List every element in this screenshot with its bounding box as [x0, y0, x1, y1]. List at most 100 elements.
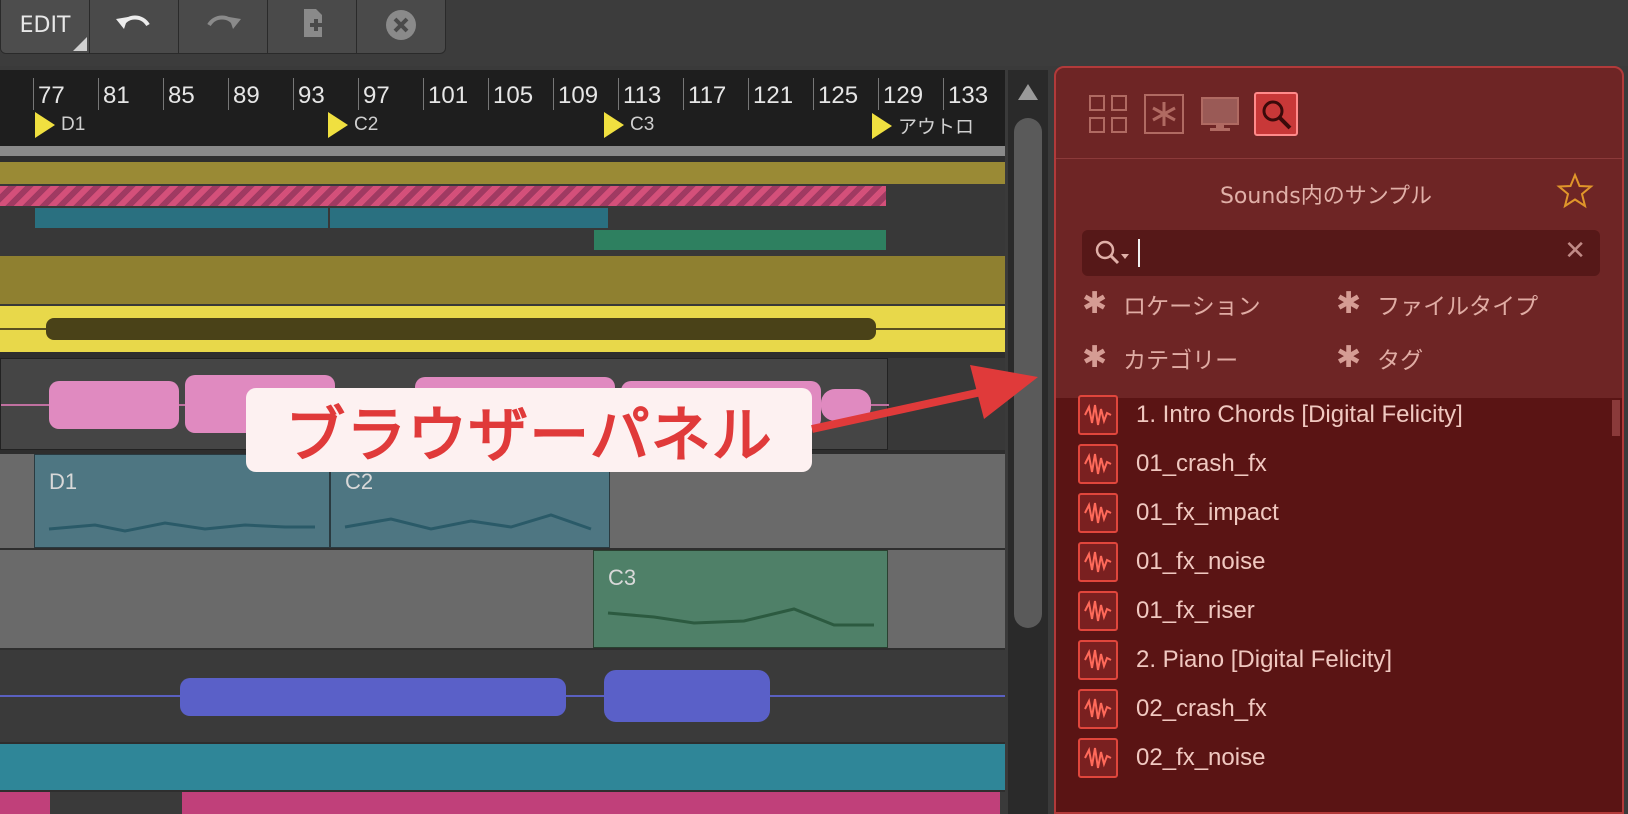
clip[interactable] [0, 186, 886, 206]
clip[interactable] [330, 208, 608, 228]
list-item[interactable]: 1. Intro Chords [Digital Felicity] [1078, 393, 1463, 437]
list-item-label: 02_crash_fx [1136, 695, 1267, 722]
callout-arrow-icon [811, 365, 1038, 433]
bar-number: 85 [168, 82, 195, 109]
list-item[interactable]: 01_fx_impact [1078, 491, 1279, 535]
filter-label: ロケーション [1123, 293, 1261, 320]
tab-search[interactable] [1254, 92, 1298, 136]
list-item[interactable]: 02_fx_noise [1078, 736, 1265, 780]
bar-number: 105 [493, 82, 534, 109]
filter-label: タグ [1377, 347, 1424, 374]
cue-flag-icon [35, 112, 55, 138]
bar-number: 113 [623, 82, 662, 109]
close-icon [386, 10, 416, 40]
clip[interactable] [0, 162, 1005, 184]
filter-label: カテゴリー [1123, 347, 1239, 374]
asterisk-icon: ✱ [1336, 340, 1362, 375]
cue-label: D1 [61, 114, 86, 135]
close-button[interactable] [357, 0, 445, 53]
star-icon [1556, 172, 1594, 209]
filter-tag[interactable]: ✱ タグ [1336, 340, 1423, 375]
bar-number: 101 [428, 82, 469, 109]
bar-number: 93 [298, 82, 325, 109]
cue-label: アウトロ [898, 117, 975, 138]
cue-marker-outro[interactable]: アウトロ [872, 112, 974, 139]
waveform [0, 318, 1005, 340]
timeline-ruler[interactable]: 77 81 85 89 93 97 101 105 109 113 117 12… [0, 70, 1005, 146]
track-lane [0, 792, 1005, 814]
redo-button[interactable] [179, 0, 268, 53]
bar-number: 125 [818, 82, 859, 109]
sample-icon [1078, 591, 1118, 631]
cue-flag-icon [328, 112, 348, 138]
clip[interactable] [0, 792, 50, 814]
browser-panel: Sounds内のサンプル ✕ ✱ ロケーション ✱ ファイルタイプ ✱ カテゴリー ✱… [1054, 66, 1624, 814]
tab-devices[interactable] [1086, 92, 1130, 136]
asterisk-icon: ✱ [1336, 286, 1362, 321]
ruler-tick [488, 78, 489, 110]
track-lane [0, 650, 1005, 742]
text-caret [1138, 239, 1140, 267]
list-item-label: 01_fx_riser [1136, 597, 1255, 624]
search-icon [1262, 100, 1292, 130]
list-item[interactable]: 01_fx_noise [1078, 540, 1265, 584]
scroll-up-icon[interactable] [1018, 84, 1038, 100]
cue-marker-c3[interactable]: C3 [604, 112, 654, 138]
ruler-tick [683, 78, 684, 110]
cue-marker-d1[interactable]: D1 [35, 112, 85, 138]
list-scroll-thumb[interactable] [1612, 400, 1620, 436]
divider [1056, 158, 1622, 159]
asterisk-icon: ✱ [1082, 340, 1108, 375]
tab-plugins[interactable] [1198, 92, 1242, 136]
list-item-label: 01_crash_fx [1136, 450, 1267, 477]
notes-preview [607, 607, 874, 627]
filter-location[interactable]: ✱ ロケーション [1082, 286, 1261, 321]
list-item[interactable]: 2. Piano [Digital Felicity] [1078, 638, 1392, 682]
browser-tabs [1086, 92, 1298, 136]
clip[interactable] [35, 208, 328, 228]
list-item[interactable]: 02_crash_fx [1078, 687, 1267, 731]
track-lane [0, 162, 1005, 328]
clip[interactable] [594, 230, 886, 250]
redo-icon [207, 15, 241, 29]
bar-number: 89 [233, 82, 260, 109]
undo-icon [116, 15, 150, 29]
ruler-tick [813, 78, 814, 110]
sample-icon [1078, 738, 1118, 778]
list-item-label: 02_fx_noise [1136, 744, 1266, 771]
audio-clip-yellow[interactable] [0, 306, 1005, 352]
filter-category[interactable]: ✱ カテゴリー [1082, 340, 1238, 375]
ruler-tick [748, 78, 749, 110]
search-options-icon[interactable] [1094, 238, 1134, 268]
audio-clip-teal[interactable] [0, 744, 1005, 790]
ruler-tick [228, 78, 229, 110]
undo-button[interactable] [90, 0, 179, 53]
clip[interactable] [182, 792, 1000, 814]
bar-number: 109 [558, 82, 599, 109]
bar-number: 117 [688, 82, 727, 109]
cue-marker-c2[interactable]: C2 [328, 112, 378, 138]
search-field[interactable]: ✕ [1082, 230, 1600, 276]
ruler-tick [878, 78, 879, 110]
clip-c3[interactable]: C3 [593, 550, 888, 648]
bar-number: 97 [363, 82, 390, 109]
clip[interactable] [0, 256, 1005, 304]
ruler-tick [163, 78, 164, 110]
edit-toolbar-group: EDIT [0, 0, 446, 54]
ruler-tick [943, 78, 944, 110]
edit-mode-button[interactable]: EDIT [1, 0, 90, 53]
list-item[interactable]: 01_fx_riser [1078, 589, 1255, 633]
bar-number: 121 [753, 82, 794, 109]
ruler-tick [293, 78, 294, 110]
duplicate-icon [304, 9, 322, 37]
sample-icon [1078, 444, 1118, 484]
filter-filetype[interactable]: ✱ ファイルタイプ [1336, 286, 1538, 321]
track-lane: C3 [0, 550, 1005, 648]
list-item[interactable]: 01_crash_fx [1078, 442, 1267, 486]
tab-all[interactable] [1142, 92, 1186, 136]
duplicate-button[interactable] [268, 0, 357, 53]
loop-region-bar[interactable] [0, 146, 1005, 156]
asterisk-icon: ✱ [1082, 286, 1108, 321]
clear-search-icon[interactable]: ✕ [1564, 236, 1586, 266]
favorite-button[interactable] [1556, 172, 1594, 214]
